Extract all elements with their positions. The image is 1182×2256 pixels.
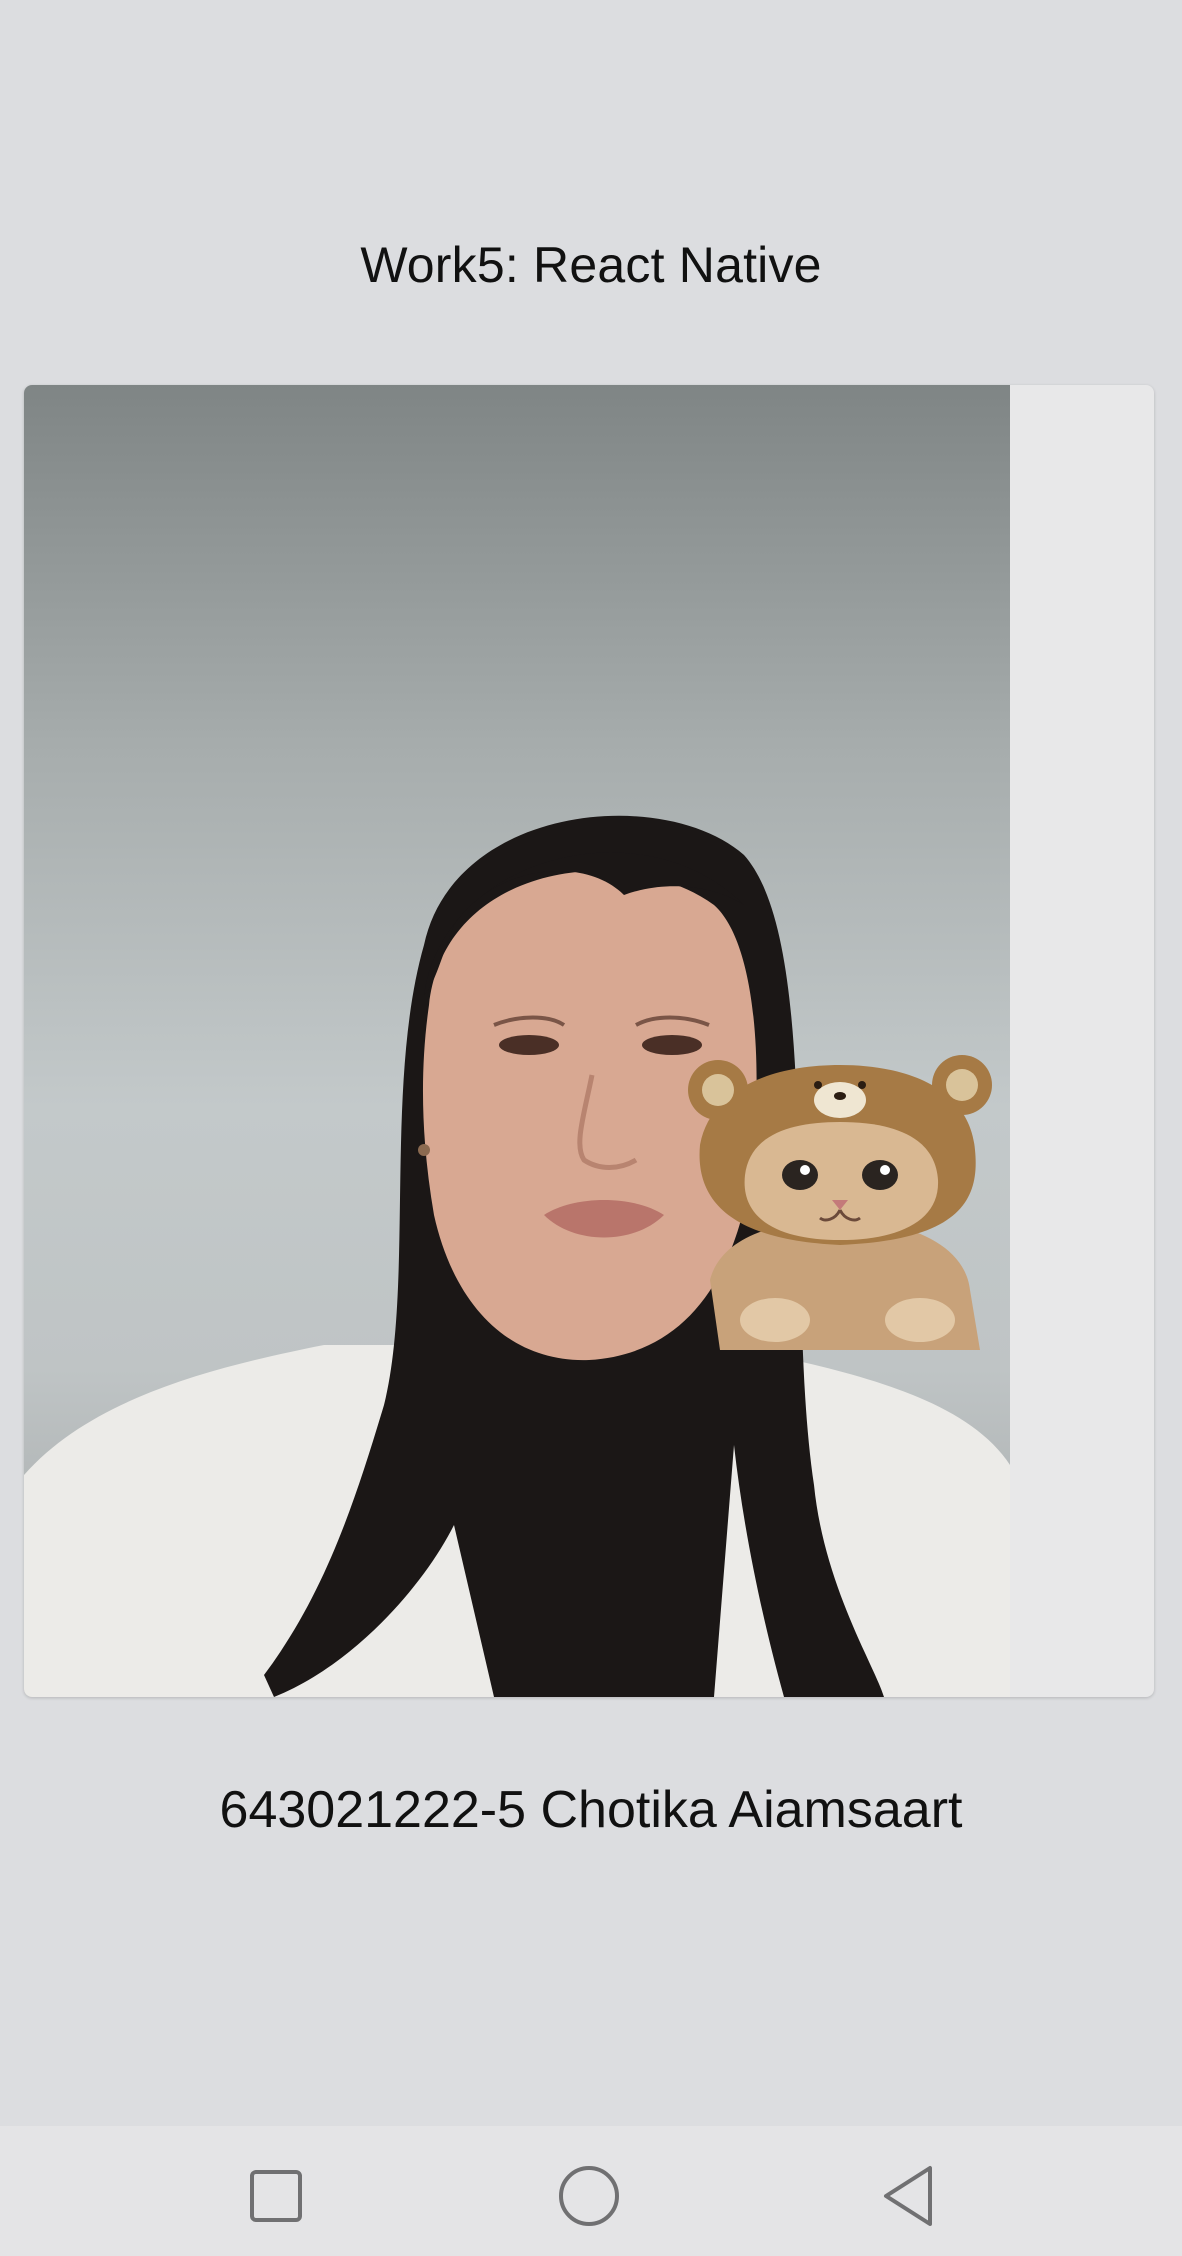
android-nav-bar	[0, 2126, 1182, 2256]
square-icon	[250, 2170, 302, 2222]
circle-icon	[559, 2166, 619, 2226]
home-button[interactable]	[549, 2156, 629, 2236]
cat-sticker-image[interactable]	[680, 1050, 1000, 1350]
page-title: Work5: React Native	[360, 237, 822, 293]
student-caption: 643021222-5 Chotika Aiamsaart	[219, 1781, 963, 1839]
camera-preview[interactable]	[24, 385, 1010, 1697]
recent-apps-button[interactable]	[236, 2156, 316, 2236]
back-button[interactable]	[868, 2156, 948, 2236]
person-photo	[24, 815, 1010, 1697]
camera-card	[24, 385, 1154, 1697]
triangle-back-icon	[884, 2166, 932, 2226]
app-screen: Work5: React Native 643021222-5 Chotika …	[0, 0, 1182, 2256]
